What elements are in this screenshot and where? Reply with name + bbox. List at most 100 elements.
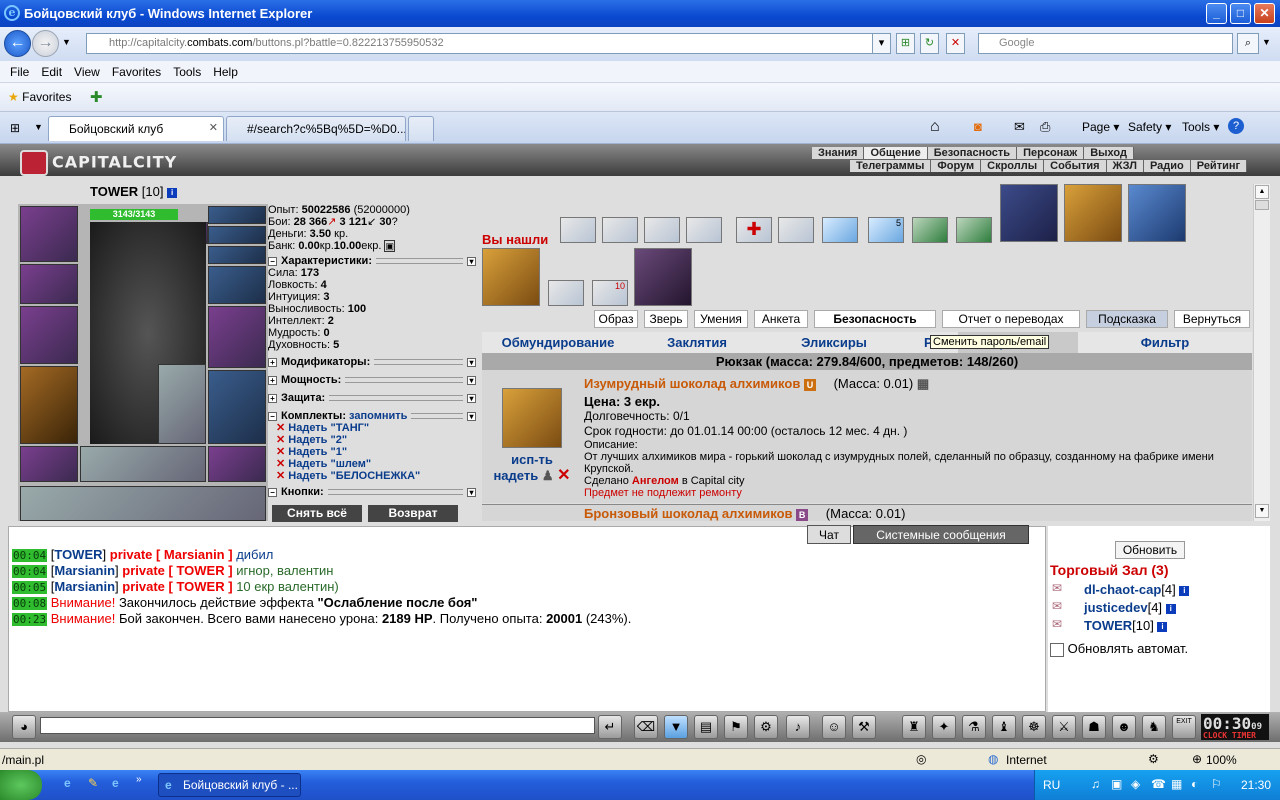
delete-kit-icon[interactable]: ✕ (276, 470, 285, 482)
found-heart-item[interactable]: 10 (592, 280, 628, 306)
refresh-icon[interactable]: ↻ (920, 33, 939, 54)
new-tab-button[interactable] (408, 116, 434, 141)
tab-image[interactable]: Образ (594, 310, 638, 328)
minimize-button[interactable]: _ (1206, 3, 1227, 24)
leggings-slot[interactable] (208, 370, 266, 444)
search-input[interactable]: Google (978, 33, 1233, 54)
chat-private[interactable]: private [ TOWER ] (122, 579, 232, 594)
info-icon[interactable]: i (1179, 585, 1190, 596)
tab-list-icon[interactable]: ▼ (34, 122, 43, 132)
chat-time[interactable]: 00:05 (12, 581, 48, 594)
options-icon[interactable]: ⚒ (852, 715, 876, 739)
tools-item[interactable] (1128, 184, 1186, 242)
earring-slot[interactable] (208, 206, 266, 224)
buttons-header[interactable]: − Кнопки: ▾ (268, 486, 480, 498)
close-window-button[interactable]: ✕ (1254, 3, 1275, 24)
potion-icon[interactable]: ⚗ (962, 715, 986, 739)
scroll-thumb[interactable] (1255, 200, 1269, 210)
chat-sender[interactable]: Marsianin (54, 579, 115, 594)
quick-tabs-icon[interactable]: ⊞ (10, 121, 20, 135)
belt-items[interactable] (20, 486, 266, 521)
scroll-up-icon[interactable]: ▲ (1255, 185, 1269, 199)
friends-icon[interactable]: ☻ (1112, 715, 1136, 739)
auto-refresh-checkbox[interactable] (1050, 642, 1064, 657)
tray-icon-2[interactable]: ◈ (1131, 777, 1140, 791)
ice-scroll-1[interactable] (822, 217, 858, 243)
close-tab-icon[interactable]: ✕ (209, 121, 218, 134)
tray-icon-1[interactable]: ▣ (1111, 777, 1122, 791)
quicklaunch-icon[interactable]: ✎ (88, 776, 98, 790)
chat-time[interactable]: 00:04 (12, 565, 48, 578)
gift-icon[interactable]: ▦ (917, 376, 929, 391)
heal-scroll[interactable]: ✚ (736, 217, 772, 243)
delete-kit-icon[interactable]: ✕ (276, 458, 285, 470)
smile-icon[interactable]: ☺ (822, 715, 846, 739)
zoom-icon[interactable]: ⊕ (1192, 752, 1202, 766)
belt-slot[interactable] (20, 446, 78, 482)
bag-icon[interactable]: ♝ (992, 715, 1016, 739)
language-indicator[interactable]: RU (1043, 778, 1060, 792)
tab-transfer-report[interactable]: Отчет о переводах (942, 310, 1080, 328)
chat-private[interactable]: private [ TOWER ] (122, 563, 232, 578)
chat-sender[interactable]: Marsianin (54, 563, 115, 578)
wear-item-link[interactable]: надеть (493, 468, 538, 483)
belt-scroll-3[interactable] (644, 217, 680, 243)
maximize-button[interactable]: □ (1230, 3, 1251, 24)
ie-quicklaunch-icon[interactable]: e (64, 776, 71, 790)
character-name[interactable]: TOWER [10] i (90, 184, 178, 199)
cat-spells[interactable]: Заклятия (634, 332, 760, 353)
return-button[interactable]: Возврат (368, 505, 458, 522)
cat-equipment[interactable]: Обмундирование (482, 332, 634, 353)
chat-tab[interactable]: Чат (807, 525, 851, 544)
nav-knowledge[interactable]: Знания (812, 147, 865, 159)
system-messages-tab[interactable]: Системные сообщения (853, 525, 1029, 544)
tray-icon-5[interactable]: ◐ (1191, 777, 1198, 791)
found-item-2[interactable] (548, 280, 584, 306)
gloves-slot[interactable] (208, 266, 266, 304)
home-icon[interactable]: ⌂ (930, 118, 940, 136)
private-msg-icon[interactable]: ✉ (1052, 581, 1062, 595)
tray-icon-3[interactable]: ☎ (1151, 777, 1166, 791)
nav-forum[interactable]: Форум (931, 160, 982, 172)
chat-time[interactable]: 00:23 (12, 613, 48, 626)
chat-mode-icon[interactable]: ◕ (12, 715, 36, 739)
nav-telegrams[interactable]: Телеграммы (850, 160, 932, 172)
favorites-button[interactable]: ★ Favorites (8, 90, 71, 104)
bracers-slot[interactable] (20, 264, 78, 304)
stop-icon[interactable]: ✕ (946, 33, 965, 54)
scroll-down-icon[interactable]: ▼ (1255, 504, 1269, 518)
helmet-slot[interactable] (20, 206, 78, 262)
forward-button[interactable]: → (32, 30, 59, 57)
user-item[interactable]: justicedev[4] i (1084, 600, 1176, 615)
monitor-icon[interactable]: ▤ (694, 715, 718, 739)
kit-item[interactable]: ✕ Надеть "2" (268, 434, 480, 446)
filter-icon[interactable]: ▼ (664, 715, 688, 739)
found-item-1[interactable] (482, 248, 540, 306)
tray-icon-6[interactable]: ⚐ (1211, 777, 1222, 791)
cat-elixirs[interactable]: Эликсиры (760, 332, 908, 353)
send-icon[interactable]: ↵ (598, 715, 622, 739)
empty-slots[interactable] (80, 446, 206, 482)
chat-private[interactable]: private [ Marsianin ] (110, 547, 233, 562)
nav-zhzl[interactable]: ЖЗЛ (1106, 160, 1144, 172)
tab-hint[interactable]: Подсказка (1086, 310, 1168, 328)
help-icon[interactable]: ? (1228, 118, 1244, 134)
belt-scroll-4[interactable] (686, 217, 722, 243)
page-menu[interactable]: Page ▾ (1082, 120, 1119, 134)
safety-menu[interactable]: Safety ▾ (1128, 120, 1171, 134)
search-options-icon[interactable]: ▼ (1262, 37, 1271, 47)
tab-return[interactable]: Вернуться (1174, 310, 1250, 328)
shield-slot[interactable] (208, 306, 266, 368)
kit-item[interactable]: ✕ Надеть "ТАНГ" (268, 422, 480, 434)
compatibility-icon[interactable]: ⊞ (896, 33, 915, 54)
add-favorite-icon[interactable]: ✚ (90, 88, 103, 106)
user-item[interactable]: dl-chaot-cap[4] i (1084, 582, 1190, 597)
site-logo[interactable]: CAPITALCITY (20, 150, 177, 176)
print-icon[interactable]: ⎙ (1040, 119, 1050, 135)
weapon-slot[interactable] (20, 306, 78, 364)
settings-icon[interactable]: ⚙ (754, 715, 778, 739)
start-button[interactable] (0, 770, 42, 800)
tab-pet[interactable]: Зверь (644, 310, 688, 328)
clock[interactable]: 21:30 (1241, 778, 1271, 792)
protected-mode-icon[interactable]: ⚙ (1148, 752, 1159, 766)
